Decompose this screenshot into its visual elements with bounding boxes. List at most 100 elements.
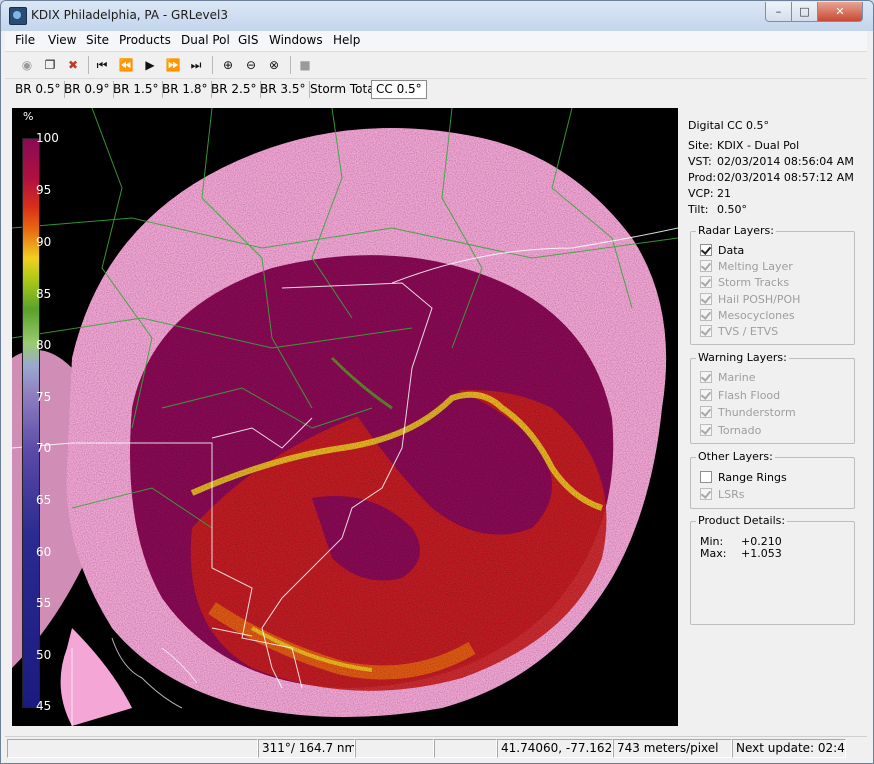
group-title: Radar Layers:: [696, 224, 776, 237]
menu-bar: File View Site Products Dual Pol GIS Win…: [5, 31, 867, 52]
scale-label: 55: [36, 596, 52, 610]
checkbox[interactable]: [700, 424, 712, 436]
layer-data[interactable]: Data: [700, 244, 744, 257]
scale-label: 90: [36, 235, 52, 249]
checkbox[interactable]: [700, 389, 712, 401]
layer-flash-flood[interactable]: Flash Flood: [700, 389, 780, 402]
menu-products[interactable]: Products: [119, 33, 171, 47]
tab-br-2-5[interactable]: BR 2.5°: [207, 81, 262, 98]
scale-label: 60: [36, 545, 52, 559]
layer-tvs[interactable]: TVS / ETVS: [700, 325, 778, 338]
tab-br-3-5[interactable]: BR 3.5°: [256, 81, 311, 98]
play-icon[interactable]: ▶: [141, 56, 159, 74]
app-icon: [9, 7, 27, 25]
menu-file[interactable]: File: [15, 33, 35, 47]
status-blank-3: [434, 739, 497, 758]
checkbox[interactable]: [700, 488, 712, 500]
product-tabs: BR 0.5° BR 0.9° BR 1.5° BR 1.8° BR 2.5° …: [5, 79, 867, 101]
menu-help[interactable]: Help: [333, 33, 360, 47]
tab-cc-0-5[interactable]: CC 0.5°: [371, 80, 427, 99]
zoom-in-icon[interactable]: ⊕: [219, 56, 237, 74]
layer-range-rings[interactable]: Range Rings: [700, 471, 787, 484]
zoom-reset-icon[interactable]: ⊗: [265, 56, 283, 74]
menu-windows[interactable]: Windows: [269, 33, 323, 47]
product-title: Digital CC 0.5°: [688, 119, 770, 132]
tab-br-1-5[interactable]: BR 1.5°: [109, 81, 164, 98]
detail-max: Max: +1.053: [700, 547, 782, 560]
layer-marine[interactable]: Marine: [700, 371, 756, 384]
scale-label: 100: [36, 131, 59, 145]
layer-hail[interactable]: Hail POSH/POH: [700, 293, 800, 306]
scale-unit: %: [23, 110, 34, 123]
step-forward-icon[interactable]: ⏩: [164, 56, 182, 74]
window-title: KDIX Philadelphia, PA - GRLevel3: [31, 8, 229, 22]
status-scale: 743 meters/pixel: [613, 739, 732, 758]
title-bar[interactable]: KDIX Philadelphia, PA - GRLevel3 – □ ✕: [1, 1, 873, 31]
warning-layers-group: Warning Layers: Marine Flash Flood Thund…: [690, 351, 855, 444]
close-button[interactable]: ✕: [817, 2, 863, 22]
minimize-button[interactable]: –: [765, 2, 792, 22]
scale-label: 70: [36, 441, 52, 455]
status-bar: 311°/ 164.7 nm 41.74060, -77.16243 743 m…: [5, 736, 867, 758]
menu-view[interactable]: View: [48, 33, 76, 47]
scale-label: 85: [36, 287, 52, 301]
status-blank-1: [7, 739, 258, 758]
status-azimuth-range: 311°/ 164.7 nm: [258, 739, 355, 758]
skip-first-icon[interactable]: ⏮: [93, 56, 111, 74]
info-site: Site: KDIX - Dual Pol: [688, 139, 800, 152]
toolbar-separator: [212, 56, 213, 74]
checkbox[interactable]: [700, 406, 712, 418]
group-title: Other Layers:: [696, 450, 775, 463]
group-title: Warning Layers:: [696, 351, 789, 364]
checkbox[interactable]: [700, 371, 712, 383]
tab-br-1-8[interactable]: BR 1.8°: [158, 81, 213, 98]
layer-thunderstorm[interactable]: Thunderstorm: [700, 406, 796, 419]
maximize-button[interactable]: □: [791, 2, 818, 22]
info-tilt: Tilt: 0.50°: [688, 203, 747, 216]
group-title: Product Details:: [696, 514, 788, 527]
checkbox[interactable]: [700, 276, 712, 288]
radar-image: [12, 108, 678, 726]
checkbox[interactable]: [700, 309, 712, 321]
checkbox[interactable]: [700, 471, 712, 483]
info-vst: VST: 02/03/2014 08:56:04 AM: [688, 155, 854, 168]
tab-br-0-9[interactable]: BR 0.9°: [60, 81, 115, 98]
product-details-group: Product Details: Min: +0.210 Max: +1.053: [690, 514, 855, 625]
app-window: KDIX Philadelphia, PA - GRLevel3 – □ ✕ F…: [0, 0, 874, 764]
zoom-out-icon[interactable]: ⊖: [242, 56, 260, 74]
scale-label: 95: [36, 183, 52, 197]
scale-label: 65: [36, 493, 52, 507]
layer-mesocyclones[interactable]: Mesocyclones: [700, 309, 795, 322]
checkbox[interactable]: [700, 293, 712, 305]
status-blank-2: [355, 739, 434, 758]
menu-gis[interactable]: GIS: [238, 33, 258, 47]
copy-icon[interactable]: ❐: [41, 56, 59, 74]
layer-storm-tracks[interactable]: Storm Tracks: [700, 276, 789, 289]
menu-site[interactable]: Site: [86, 33, 109, 47]
scale-label: 80: [36, 338, 52, 352]
checkbox[interactable]: [700, 325, 712, 337]
tab-br-0-5[interactable]: BR 0.5°: [11, 81, 66, 98]
color-scale-bar: [22, 138, 40, 708]
scale-label: 75: [36, 390, 52, 404]
skip-last-icon[interactable]: ⏭: [187, 56, 205, 74]
layer-melting-layer[interactable]: Melting Layer: [700, 260, 793, 273]
info-vcp: VCP: 21: [688, 187, 731, 200]
radar-layers-group: Radar Layers: Data Melting Layer Storm T…: [690, 224, 855, 345]
menu-dual-pol[interactable]: Dual Pol: [181, 33, 230, 47]
radar-map[interactable]: [12, 108, 678, 726]
step-back-icon[interactable]: ⏪: [117, 56, 135, 74]
layer-tornado[interactable]: Tornado: [700, 424, 761, 437]
open-icon[interactable]: ◉: [18, 56, 36, 74]
toolbar-separator: [88, 56, 89, 74]
toolbar: ◉ ❐ ✖ ⏮ ⏪ ▶ ⏩ ⏭ ⊕ ⊖ ⊗ ■: [5, 52, 867, 79]
checkbox[interactable]: [700, 244, 712, 256]
status-coordinates: 41.74060, -77.16243: [497, 739, 613, 758]
layer-lsrs[interactable]: LSRs: [700, 488, 745, 501]
other-layers-group: Other Layers: Range Rings LSRs: [690, 450, 855, 509]
scale-label: 50: [36, 648, 52, 662]
checkbox[interactable]: [700, 260, 712, 272]
scale-label: 45: [36, 699, 52, 713]
delete-icon[interactable]: ✖: [64, 56, 82, 74]
stop-icon[interactable]: ■: [296, 56, 314, 74]
